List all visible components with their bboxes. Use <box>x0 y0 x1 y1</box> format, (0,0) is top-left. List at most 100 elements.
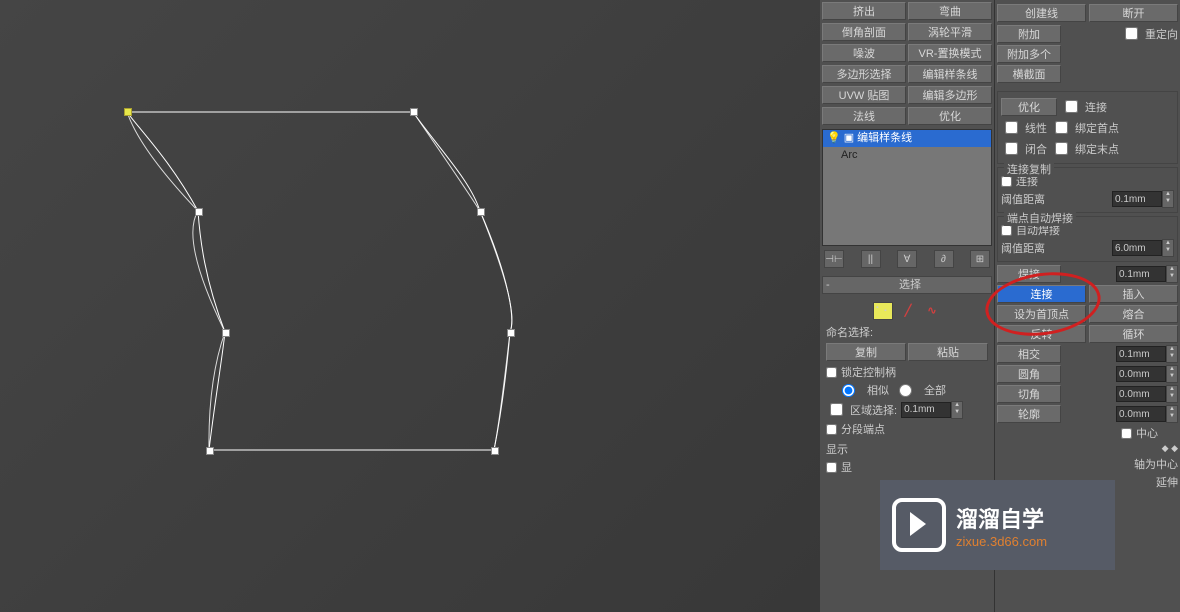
vertex[interactable] <box>410 108 418 116</box>
connect-button[interactable]: 连接 <box>997 285 1086 303</box>
spinner-arrows[interactable]: ▲▼ <box>1162 190 1174 208</box>
area-select-checkbox[interactable] <box>830 403 843 416</box>
mod-poly-select[interactable]: 多边形选择 <box>822 65 906 83</box>
closed-checkbox[interactable] <box>1005 142 1018 155</box>
extend-label: 延伸 <box>1156 474 1178 490</box>
outline-spinner[interactable] <box>1116 406 1166 422</box>
spline-mode-icon[interactable]: ∿ <box>923 302 941 318</box>
modifier-stack[interactable]: 💡 ▣ 编辑样条线 Arc <box>822 129 992 246</box>
fuse-button[interactable]: 熔合 <box>1089 305 1178 323</box>
bind-first-label: 绑定首点 <box>1075 120 1119 136</box>
spinner-arrows[interactable]: ▲▼ <box>1166 265 1178 283</box>
pin-icon[interactable]: ⊣⊢ <box>824 250 844 268</box>
vertex[interactable] <box>477 208 485 216</box>
mod-edit-spline[interactable]: 编辑样条线 <box>908 65 992 83</box>
outline-button[interactable]: 轮廓 <box>997 405 1061 423</box>
display-check-label: 显 <box>841 459 852 475</box>
linear-label: 线性 <box>1025 120 1047 136</box>
weld-button[interactable]: 焊接 <box>997 265 1061 283</box>
attach-button[interactable]: 附加 <box>997 25 1061 43</box>
subobj-icons: ⠁⠂ ╱ ∿ <box>826 302 988 320</box>
mod-turbosmooth[interactable]: 涡轮平滑 <box>908 23 992 41</box>
segment-end-label: 分段端点 <box>841 421 885 437</box>
mod-extrude[interactable]: 挤出 <box>822 2 906 20</box>
fillet-button[interactable]: 圆角 <box>997 365 1061 383</box>
bind-last-checkbox[interactable] <box>1055 142 1068 155</box>
reorient-label: 重定向 <box>1145 26 1178 42</box>
lock-handles-label: 锁定控制柄 <box>841 364 896 380</box>
show-end-icon[interactable]: || <box>861 250 881 268</box>
paste-button[interactable]: 粘贴 <box>908 343 988 361</box>
mod-vr-displace[interactable]: VR-置换模式 <box>908 44 992 62</box>
segment-mode-icon[interactable]: ╱ <box>899 302 917 318</box>
connect-checkbox[interactable] <box>1065 100 1078 113</box>
mod-bend[interactable]: 弯曲 <box>908 2 992 20</box>
mod-edit-poly[interactable]: 编辑多边形 <box>908 86 992 104</box>
chamfer-spinner[interactable] <box>1116 386 1166 402</box>
similar-radio[interactable] <box>842 384 855 397</box>
cross-button[interactable]: 相交 <box>997 345 1061 363</box>
threshold-label-2: 阈值距离 <box>1001 240 1045 256</box>
all-radio[interactable] <box>899 384 912 397</box>
threshold1-spinner[interactable] <box>1112 191 1162 207</box>
mod-normal[interactable]: 法线 <box>822 107 906 125</box>
cross-section-button[interactable]: 横截面 <box>997 65 1061 83</box>
spinner-arrows[interactable]: ▲▼ <box>1166 345 1178 363</box>
spinner-arrows[interactable]: ▲▼ <box>1166 405 1178 423</box>
copy-button[interactable]: 复制 <box>826 343 906 361</box>
vertex-mode-icon[interactable]: ⠁⠂ <box>873 302 893 320</box>
spinner-arrows[interactable]: ▲▼ <box>1166 365 1178 383</box>
make-unique-icon[interactable]: ∀ <box>897 250 917 268</box>
threshold2-spinner[interactable] <box>1112 240 1162 256</box>
stack-arc[interactable]: Arc <box>823 147 991 164</box>
remove-icon[interactable]: ∂ <box>934 250 954 268</box>
stack-toolbar: ⊣⊢ || ∀ ∂ ⊞ <box>822 246 992 272</box>
center-checkbox[interactable] <box>1121 428 1132 439</box>
vertex[interactable] <box>222 329 230 337</box>
linear-checkbox[interactable] <box>1005 121 1018 134</box>
insert-button[interactable]: 插入 <box>1089 285 1178 303</box>
stack-item-label: 编辑样条线 <box>857 130 912 147</box>
make-first-button[interactable]: 设为首顶点 <box>997 305 1086 323</box>
display-label: 显示 <box>826 441 988 457</box>
cycle-button[interactable]: 循环 <box>1089 325 1178 343</box>
mod-optimize[interactable]: 优化 <box>908 107 992 125</box>
mod-bevel-profile[interactable]: 倒角剖面 <box>822 23 906 41</box>
selection-rollout-header[interactable]: -选择 <box>822 276 992 294</box>
fillet-spinner[interactable] <box>1116 366 1166 382</box>
cross-spinner[interactable] <box>1116 346 1166 362</box>
rollout-title: 选择 <box>829 277 991 293</box>
reverse-button[interactable]: 反转 <box>997 325 1086 343</box>
configure-icon[interactable]: ⊞ <box>970 250 990 268</box>
axis-center-label: 轴为中心 <box>1134 456 1178 472</box>
vertex[interactable] <box>507 329 515 337</box>
display-checkbox[interactable] <box>826 462 837 473</box>
spinner-arrows[interactable]: ▲▼ <box>1166 385 1178 403</box>
weld-spinner[interactable] <box>1116 266 1166 282</box>
auto-weld-checkbox[interactable] <box>1001 225 1012 236</box>
spinner-arrows[interactable]: ▲▼ <box>1162 239 1174 257</box>
mod-uvw-map[interactable]: UVW 贴图 <box>822 86 906 104</box>
vertex[interactable] <box>206 447 214 455</box>
connect-label: 连接 <box>1085 99 1107 115</box>
connect-copy-checkbox[interactable] <box>1001 176 1012 187</box>
vertex-selected[interactable] <box>124 108 132 116</box>
bind-first-checkbox[interactable] <box>1055 121 1068 134</box>
area-select-spinner[interactable] <box>901 402 951 418</box>
chamfer-button[interactable]: 切角 <box>997 385 1061 403</box>
viewport[interactable] <box>0 0 820 612</box>
vertex[interactable] <box>491 447 499 455</box>
create-line-button[interactable]: 创建线 <box>997 4 1086 22</box>
spinner-arrows[interactable]: ▲▼ <box>951 401 963 419</box>
bulb-icon: 💡 <box>827 130 841 147</box>
segment-end-checkbox[interactable] <box>826 424 837 435</box>
plus-icon[interactable]: ▣ <box>844 130 854 147</box>
attach-multi-button[interactable]: 附加多个 <box>997 45 1061 63</box>
vertex[interactable] <box>195 208 203 216</box>
reorient-checkbox[interactable] <box>1125 27 1138 40</box>
lock-handles-checkbox[interactable] <box>826 367 837 378</box>
break-button[interactable]: 断开 <box>1089 4 1178 22</box>
mod-noise[interactable]: 噪波 <box>822 44 906 62</box>
stack-edit-spline[interactable]: 💡 ▣ 编辑样条线 <box>823 130 991 147</box>
optimize-button[interactable]: 优化 <box>1001 98 1057 116</box>
